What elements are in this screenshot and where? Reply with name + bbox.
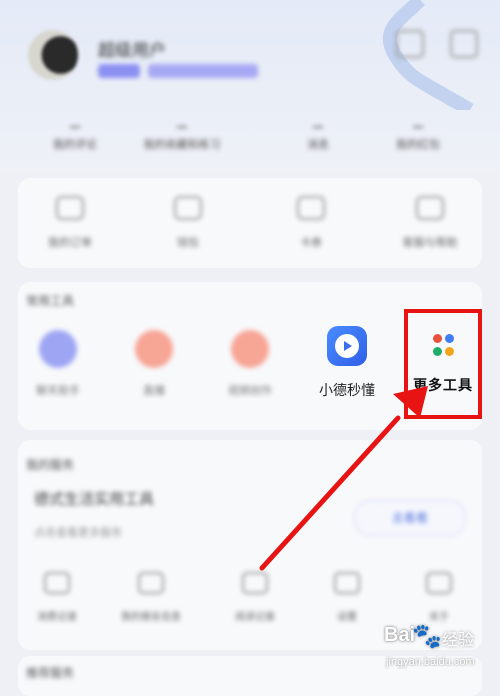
quick-entry-wallet[interactable]: 钱包 — [143, 196, 233, 250]
services-subline: 点击查看更多服务 — [34, 526, 122, 539]
settings-icon[interactable] — [450, 30, 478, 58]
service-item[interactable]: 设置 — [302, 572, 392, 623]
quick-entry-orders[interactable]: 我的订单 — [25, 196, 115, 250]
services-view-button[interactable]: 去看看 — [354, 500, 466, 536]
paw-icon: 🐾 — [412, 622, 442, 650]
quick-entry-coupons[interactable]: 卡券 — [266, 196, 356, 250]
play-circle-icon — [327, 326, 367, 366]
scan-icon[interactable] — [396, 30, 424, 58]
service-item[interactable]: 关于 — [394, 572, 484, 623]
recommend-section-title: 推荐服务 — [26, 666, 75, 680]
tool-xiaode-miaodong[interactable]: 小德秒懂 — [307, 326, 387, 400]
vip-badge — [148, 64, 258, 78]
service-item[interactable]: 消费记录 — [12, 572, 102, 623]
watermark: Bai 🐾 经验 jingyan.baidu.com — [384, 622, 475, 668]
tool-chat[interactable]: 聊天助手 — [18, 330, 98, 398]
tool-video[interactable]: 视频创作 — [210, 330, 290, 398]
tools-section-title: 常用工具 — [26, 294, 75, 308]
service-item[interactable]: 我的报名信息 — [106, 572, 196, 623]
stat-item[interactable]: 我的红包 — [368, 118, 468, 152]
quick-entry-help[interactable]: 客服与帮助 — [385, 196, 475, 250]
highlight-box — [404, 309, 482, 419]
profile-stats-row: 我的评论 我的收藏和练习 消息 我的红包 — [0, 118, 500, 158]
service-item[interactable]: 阅读记录 — [210, 572, 300, 623]
tool-label: 小德秒懂 — [319, 383, 375, 399]
stat-item[interactable]: 我的收藏和练习 — [132, 118, 232, 152]
stat-item[interactable]: 消息 — [268, 118, 368, 152]
stat-item[interactable]: 我的评论 — [25, 118, 125, 152]
tool-live[interactable]: 直播 — [114, 330, 194, 398]
level-badge — [98, 64, 140, 78]
username: 超级用户 — [98, 41, 166, 61]
avatar[interactable] — [28, 30, 78, 80]
services-section-title: 我的服务 — [26, 458, 75, 472]
services-headline: 德式生活实用工具 — [34, 490, 155, 508]
